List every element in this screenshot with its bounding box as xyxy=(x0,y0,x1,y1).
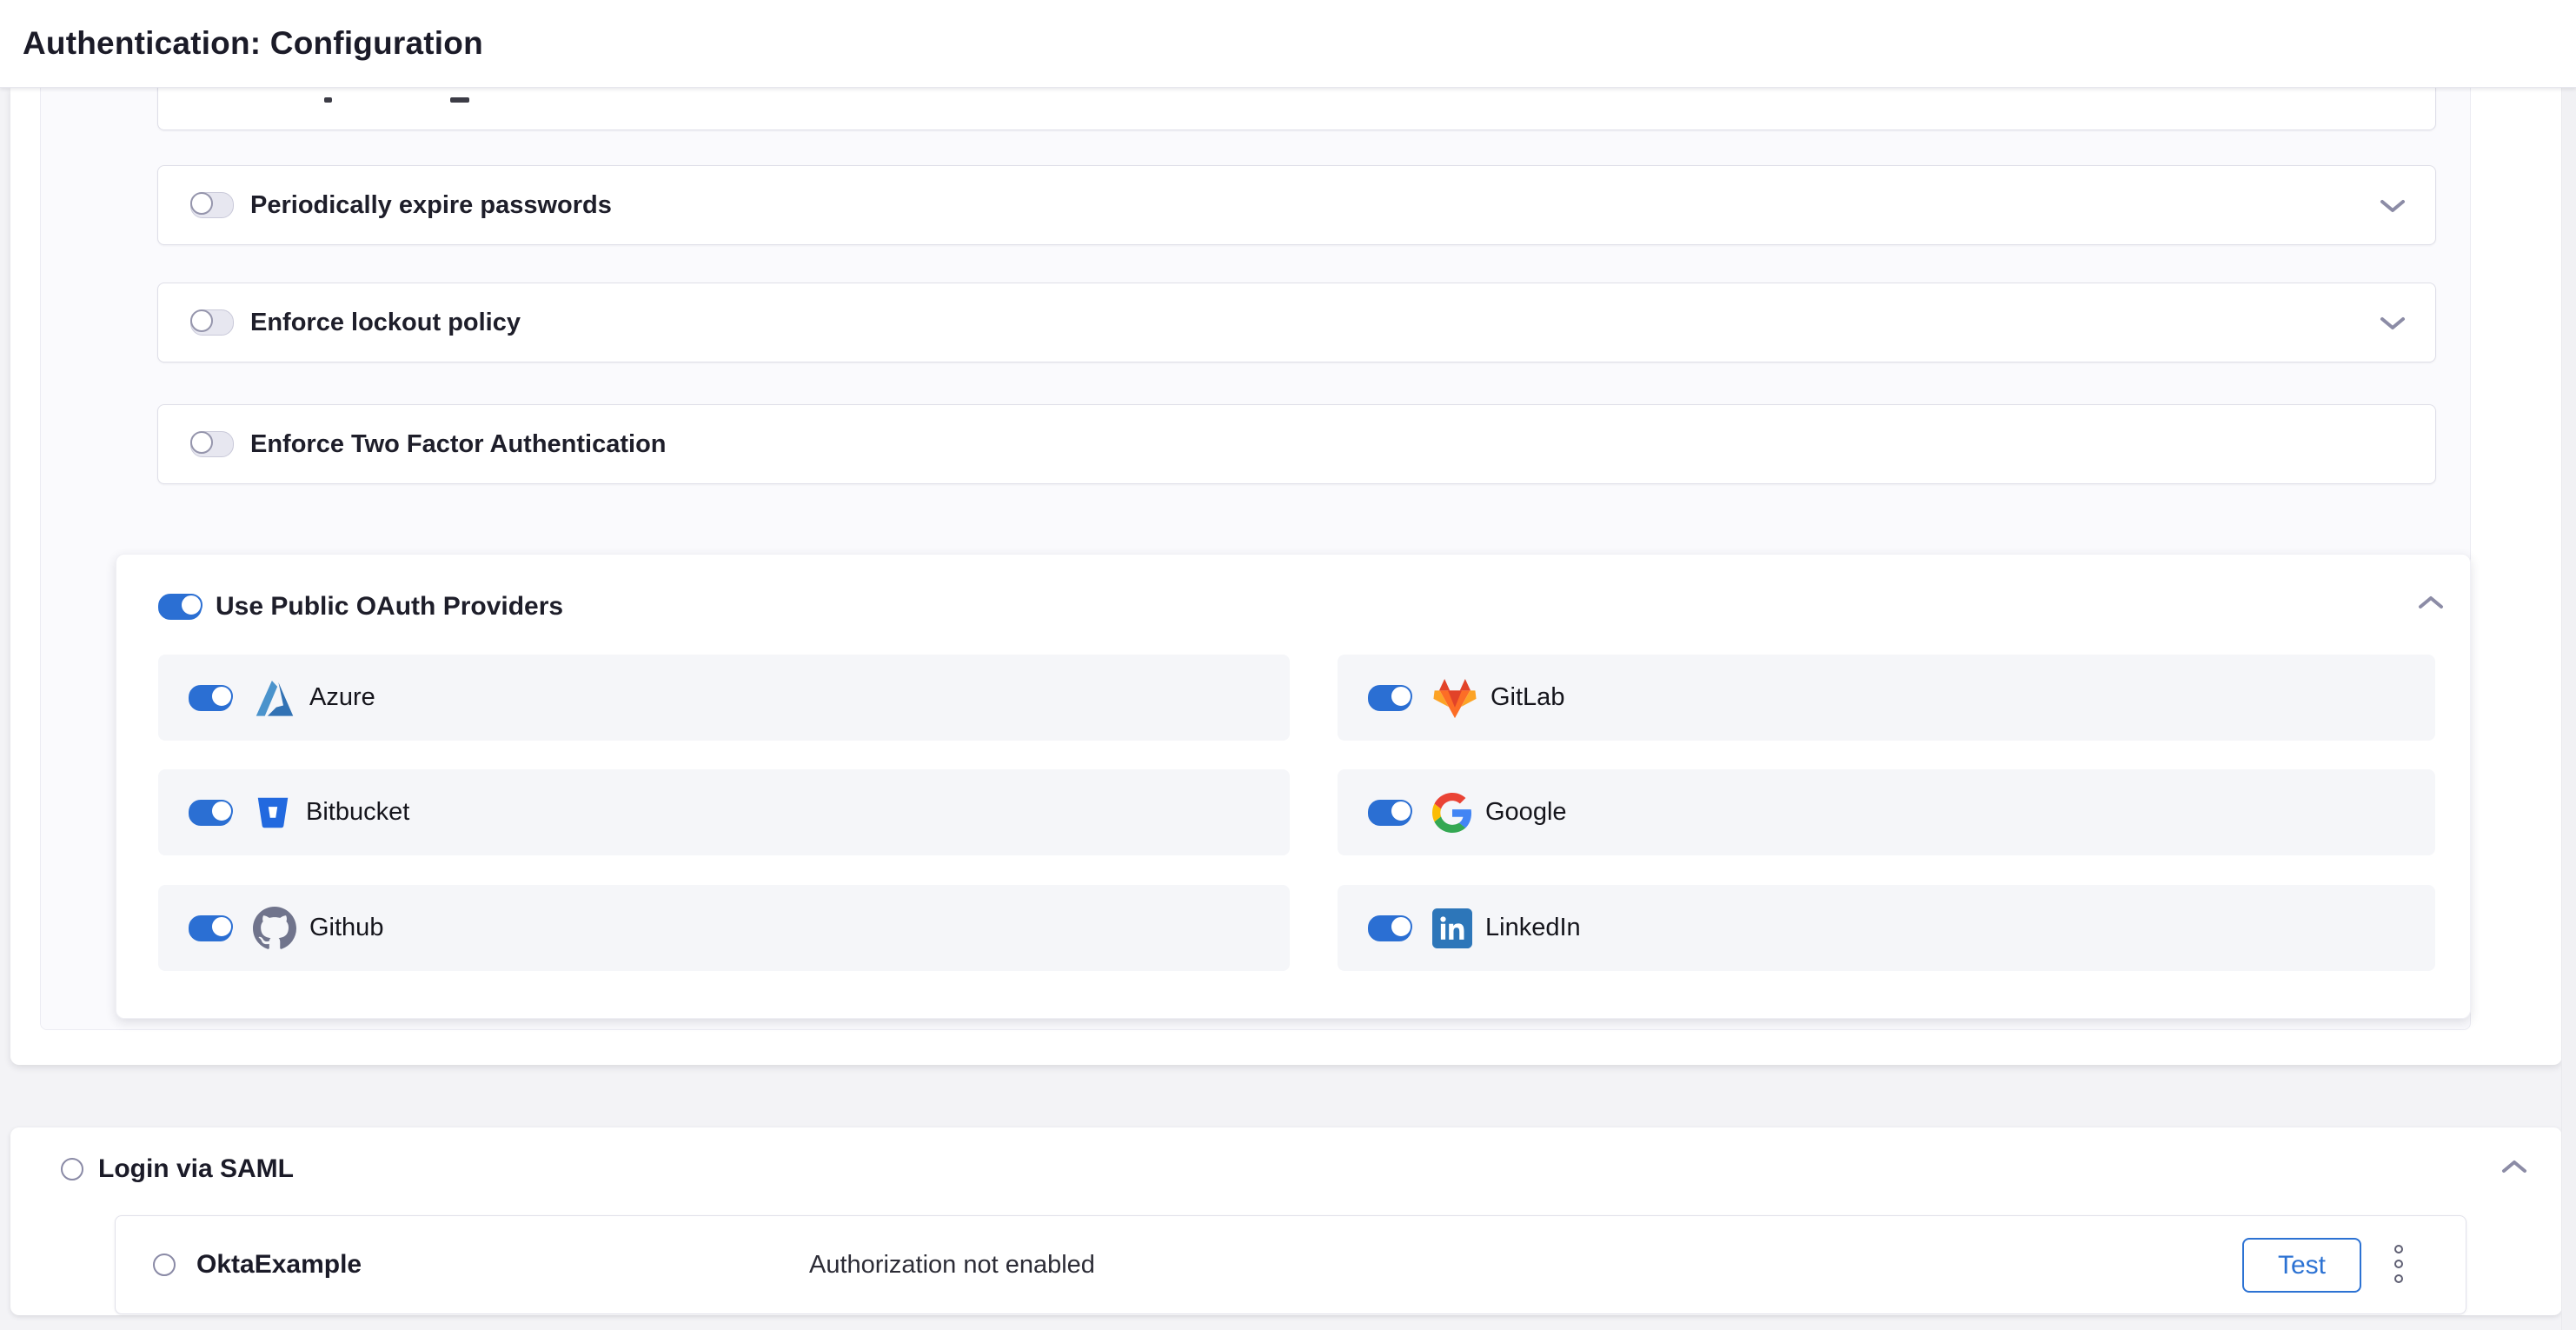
policy-row-label: Periodically expire passwords xyxy=(250,191,612,220)
linkedin-icon xyxy=(1432,908,1472,948)
policy-row-cutoff[interactable] xyxy=(157,87,2436,130)
kebab-dot xyxy=(2394,1274,2403,1283)
page-header: Authentication: Configuration xyxy=(0,0,2576,88)
google-toggle[interactable] xyxy=(1368,800,1411,826)
saml-provider-status: Authorization not enabled xyxy=(809,1251,1095,1280)
toggle-knob xyxy=(190,431,213,454)
login-settings-card: Periodically expire passwords Enforce lo… xyxy=(10,87,2562,1065)
test-button[interactable]: Test xyxy=(2242,1238,2361,1293)
oauth-header[interactable]: Use Public OAuth Providers xyxy=(158,592,563,622)
provider-label: Google xyxy=(1485,798,1567,827)
saml-header[interactable]: Login via SAML xyxy=(61,1154,294,1184)
linkedin-toggle[interactable] xyxy=(1368,915,1411,941)
lockout-toggle[interactable] xyxy=(190,309,234,336)
chevron-up-icon[interactable] xyxy=(2418,595,2444,610)
provider-row-github: Github xyxy=(158,885,1290,971)
provider-row-gitlab: GitLab xyxy=(1338,655,2435,741)
provider-row-bitbucket: Bitbucket xyxy=(158,769,1290,855)
policy-row-expire-passwords[interactable]: Periodically expire passwords xyxy=(157,165,2436,245)
oauth-master-toggle[interactable] xyxy=(158,594,202,620)
toggle-knob xyxy=(190,309,213,332)
clipped-text-fragment xyxy=(450,97,469,103)
provider-row-linkedin: LinkedIn xyxy=(1338,885,2435,971)
provider-label: Azure xyxy=(309,683,375,712)
scrollbar[interactable] xyxy=(2561,87,2576,1330)
toggle-knob xyxy=(1390,915,1412,938)
provider-label: LinkedIn xyxy=(1485,914,1581,942)
provider-label: GitLab xyxy=(1490,683,1564,712)
chevron-up-icon[interactable] xyxy=(2501,1159,2527,1174)
policy-row-label: Enforce Two Factor Authentication xyxy=(250,430,667,459)
policy-row-lockout[interactable]: Enforce lockout policy xyxy=(157,283,2436,362)
saml-provider-row: OktaExample Authorization not enabled Te… xyxy=(115,1215,2466,1314)
toggle-knob xyxy=(180,594,202,616)
chevron-down-icon[interactable] xyxy=(2380,316,2406,331)
toggle-knob xyxy=(210,685,233,708)
provider-label: Github xyxy=(309,914,383,942)
policy-row-two-factor[interactable]: Enforce Two Factor Authentication xyxy=(157,404,2436,484)
provider-row-azure: Azure xyxy=(158,655,1290,741)
kebab-menu-button[interactable] xyxy=(2394,1245,2403,1283)
github-icon xyxy=(253,907,296,950)
toggle-knob xyxy=(210,915,233,938)
oauth-providers-card: Use Public OAuth Providers Azure xyxy=(116,554,2471,1019)
toggle-knob xyxy=(190,192,213,215)
toggle-knob xyxy=(1390,685,1412,708)
toggle-knob xyxy=(1390,800,1412,822)
azure-toggle[interactable] xyxy=(189,685,232,711)
saml-radio[interactable] xyxy=(61,1158,83,1180)
kebab-dot xyxy=(2394,1260,2403,1268)
gitlab-icon xyxy=(1432,676,1477,720)
chevron-down-icon[interactable] xyxy=(2380,198,2406,214)
saml-section-card: Login via SAML OktaExample Authorization… xyxy=(10,1127,2562,1315)
page-title: Authentication: Configuration xyxy=(23,25,483,62)
clipped-text-fragment xyxy=(324,97,332,103)
okta-radio[interactable] xyxy=(153,1254,176,1276)
bitbucket-toggle[interactable] xyxy=(189,800,232,826)
two-factor-toggle[interactable] xyxy=(190,431,234,457)
toggle-knob xyxy=(210,800,233,822)
github-toggle[interactable] xyxy=(189,915,232,941)
saml-header-label: Login via SAML xyxy=(98,1154,294,1184)
gitlab-toggle[interactable] xyxy=(1368,685,1411,711)
google-icon xyxy=(1432,793,1472,833)
kebab-dot xyxy=(2394,1245,2403,1254)
bitbucket-icon xyxy=(253,793,293,833)
policy-row-label: Enforce lockout policy xyxy=(250,309,521,337)
provider-row-google: Google xyxy=(1338,769,2435,855)
expire-passwords-toggle[interactable] xyxy=(190,192,234,218)
password-policy-panel: Periodically expire passwords Enforce lo… xyxy=(40,87,2471,1030)
provider-label: Bitbucket xyxy=(306,798,409,827)
azure-icon xyxy=(253,676,296,720)
saml-provider-name: OktaExample xyxy=(196,1250,362,1280)
oauth-header-label: Use Public OAuth Providers xyxy=(216,592,563,622)
